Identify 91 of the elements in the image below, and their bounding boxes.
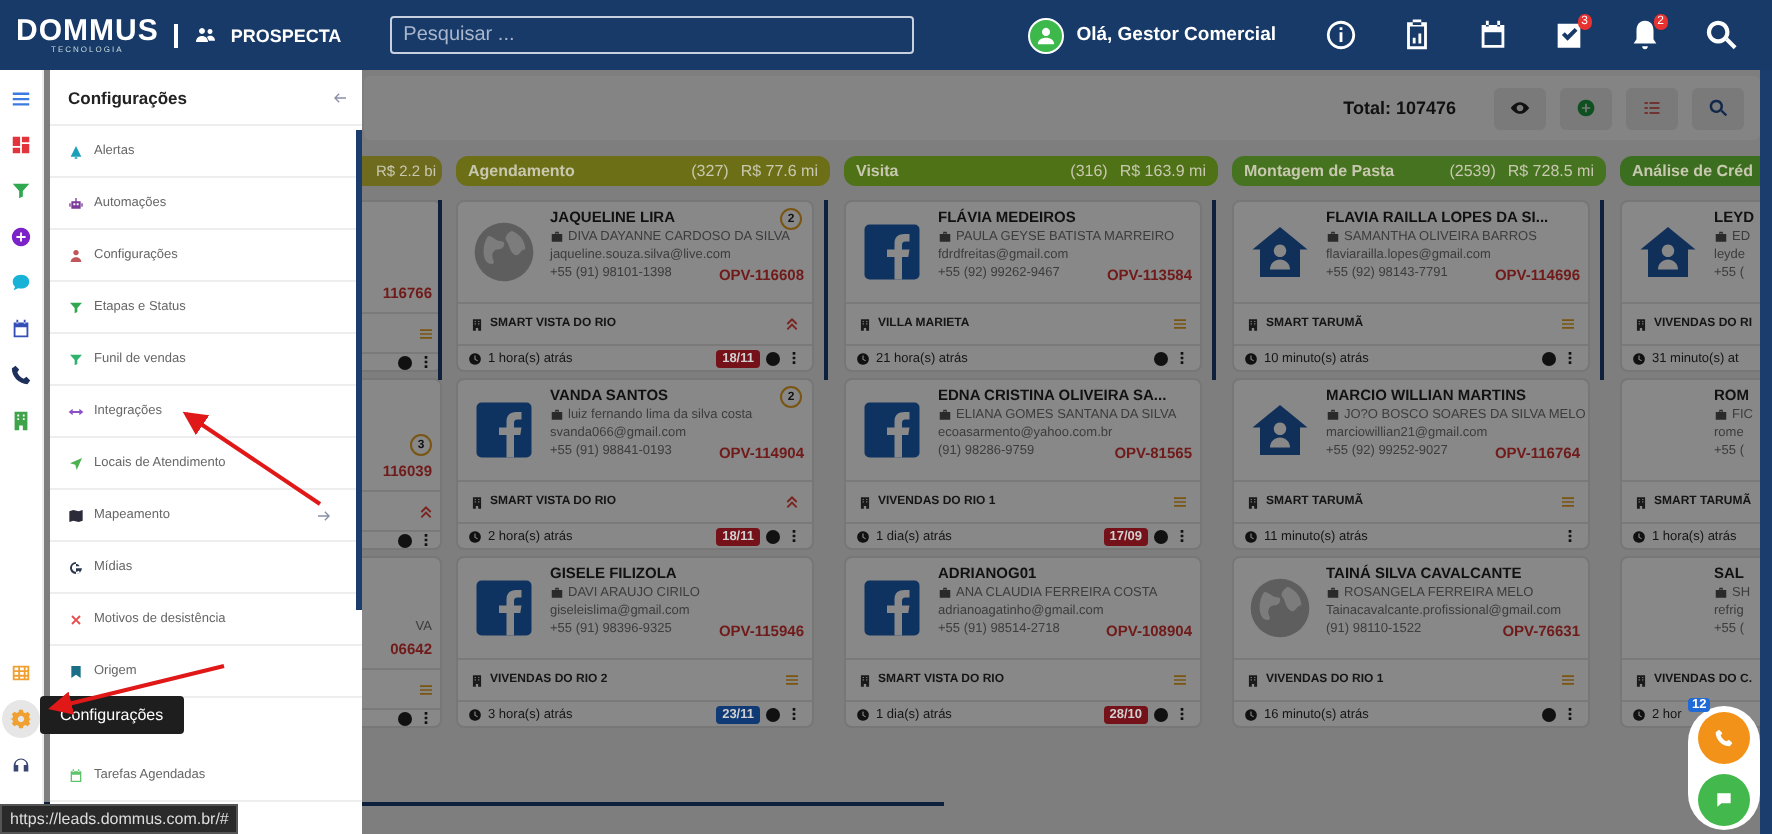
building-icon	[1634, 495, 1648, 509]
funnel-icon	[10, 180, 32, 202]
g-icon	[68, 559, 84, 575]
eye-icon	[1510, 98, 1530, 118]
column-count: (327)	[691, 162, 729, 180]
double-chevron-icon[interactable]	[418, 503, 434, 520]
clock-icon	[856, 529, 870, 543]
briefcase-icon	[1326, 586, 1340, 600]
list-icon	[1642, 98, 1662, 118]
eye-button[interactable]	[1494, 87, 1546, 129]
column-count: (316)	[1070, 162, 1108, 180]
column-count: (2539)	[1449, 162, 1496, 180]
double-chevron-icon[interactable]	[784, 316, 800, 332]
clock-icon	[856, 707, 870, 721]
briefcase-icon	[938, 230, 952, 244]
column-amount: R$ 163.9 mi	[1119, 162, 1206, 180]
clock-icon	[1632, 529, 1646, 543]
calendar-icon	[10, 318, 32, 340]
building-icon	[1634, 317, 1648, 331]
building-icon	[470, 495, 484, 509]
chat-button[interactable]	[1698, 773, 1750, 825]
column-amount: R$ 77.6 mi	[740, 162, 818, 180]
menu-icon	[10, 88, 32, 110]
person-icon	[68, 247, 84, 263]
building-icon	[858, 673, 872, 687]
table-icon	[10, 662, 32, 684]
phone-icon	[1714, 727, 1734, 747]
funnel-icon	[68, 299, 84, 315]
arrow-left-icon[interactable]	[332, 89, 348, 105]
briefcase-icon	[1714, 586, 1728, 600]
map-icon	[68, 507, 84, 523]
total-count: Total: 107476	[1343, 98, 1456, 118]
chat-bubble-icon	[1714, 789, 1734, 809]
column-amount: R$ 728.5 mi	[1507, 162, 1594, 180]
panel-title: Configurações	[68, 87, 188, 107]
building-icon	[470, 317, 484, 331]
search-icon	[1703, 18, 1737, 52]
clock-icon	[468, 529, 482, 543]
column-title: Agendamento	[468, 162, 575, 180]
tooltip: Configurações	[40, 696, 184, 734]
briefcase-icon	[1326, 408, 1340, 422]
gear-icon	[10, 708, 32, 730]
module-name: PROSPECTA	[230, 25, 342, 45]
people-icon	[194, 23, 219, 47]
building-icon	[470, 673, 484, 687]
list-button[interactable]	[1626, 87, 1678, 129]
column-title: Visita	[856, 162, 899, 180]
clock-icon	[1632, 707, 1646, 721]
clock-icon	[1244, 529, 1258, 543]
briefcase-icon	[1326, 230, 1340, 244]
building-icon	[1246, 673, 1260, 687]
calendar-icon	[68, 767, 84, 783]
briefcase-icon	[550, 586, 564, 600]
clock-icon	[1244, 351, 1258, 365]
column-title: Análise de Créd	[1632, 162, 1753, 180]
triangle-icon	[68, 143, 84, 159]
clock-icon	[1632, 351, 1646, 365]
robot-icon	[68, 195, 84, 211]
building-icon	[10, 410, 32, 432]
briefcase-icon	[938, 586, 952, 600]
user-avatar[interactable]	[1028, 17, 1065, 53]
briefcase-icon	[550, 230, 564, 244]
bookmark-icon	[68, 663, 84, 679]
logo: DOMMUS	[16, 16, 159, 46]
building-icon	[858, 495, 872, 509]
search-icon	[1708, 98, 1728, 118]
clock-icon	[468, 351, 482, 365]
briefcase-icon	[1714, 230, 1728, 244]
clock-icon	[1244, 707, 1258, 721]
x-icon	[68, 611, 84, 627]
headset-icon	[10, 754, 32, 776]
funnel-icon	[68, 351, 84, 367]
chat-bubble-icon	[10, 272, 32, 294]
briefcase-icon	[550, 408, 564, 422]
dashboard-icon	[10, 134, 32, 156]
status-url: https://leads.dommus.com.br/#	[0, 804, 239, 834]
send-arrow-icon	[68, 455, 84, 471]
double-arrow-icon	[68, 403, 84, 419]
building-icon	[1246, 317, 1260, 331]
column-title: Montagem de Pasta	[1244, 162, 1395, 180]
greeting: Olá, Gestor Comercial	[1076, 24, 1276, 46]
building-icon	[858, 317, 872, 331]
briefcase-icon	[1714, 408, 1728, 422]
building-icon	[1634, 673, 1648, 687]
briefcase-icon	[938, 408, 952, 422]
building-icon	[1246, 495, 1260, 509]
search-field[interactable]: Pesquisar ...	[389, 16, 914, 54]
phone-icon	[10, 364, 32, 386]
clock-icon	[856, 351, 870, 365]
clock-icon	[468, 707, 482, 721]
double-chevron-icon[interactable]	[784, 494, 800, 510]
